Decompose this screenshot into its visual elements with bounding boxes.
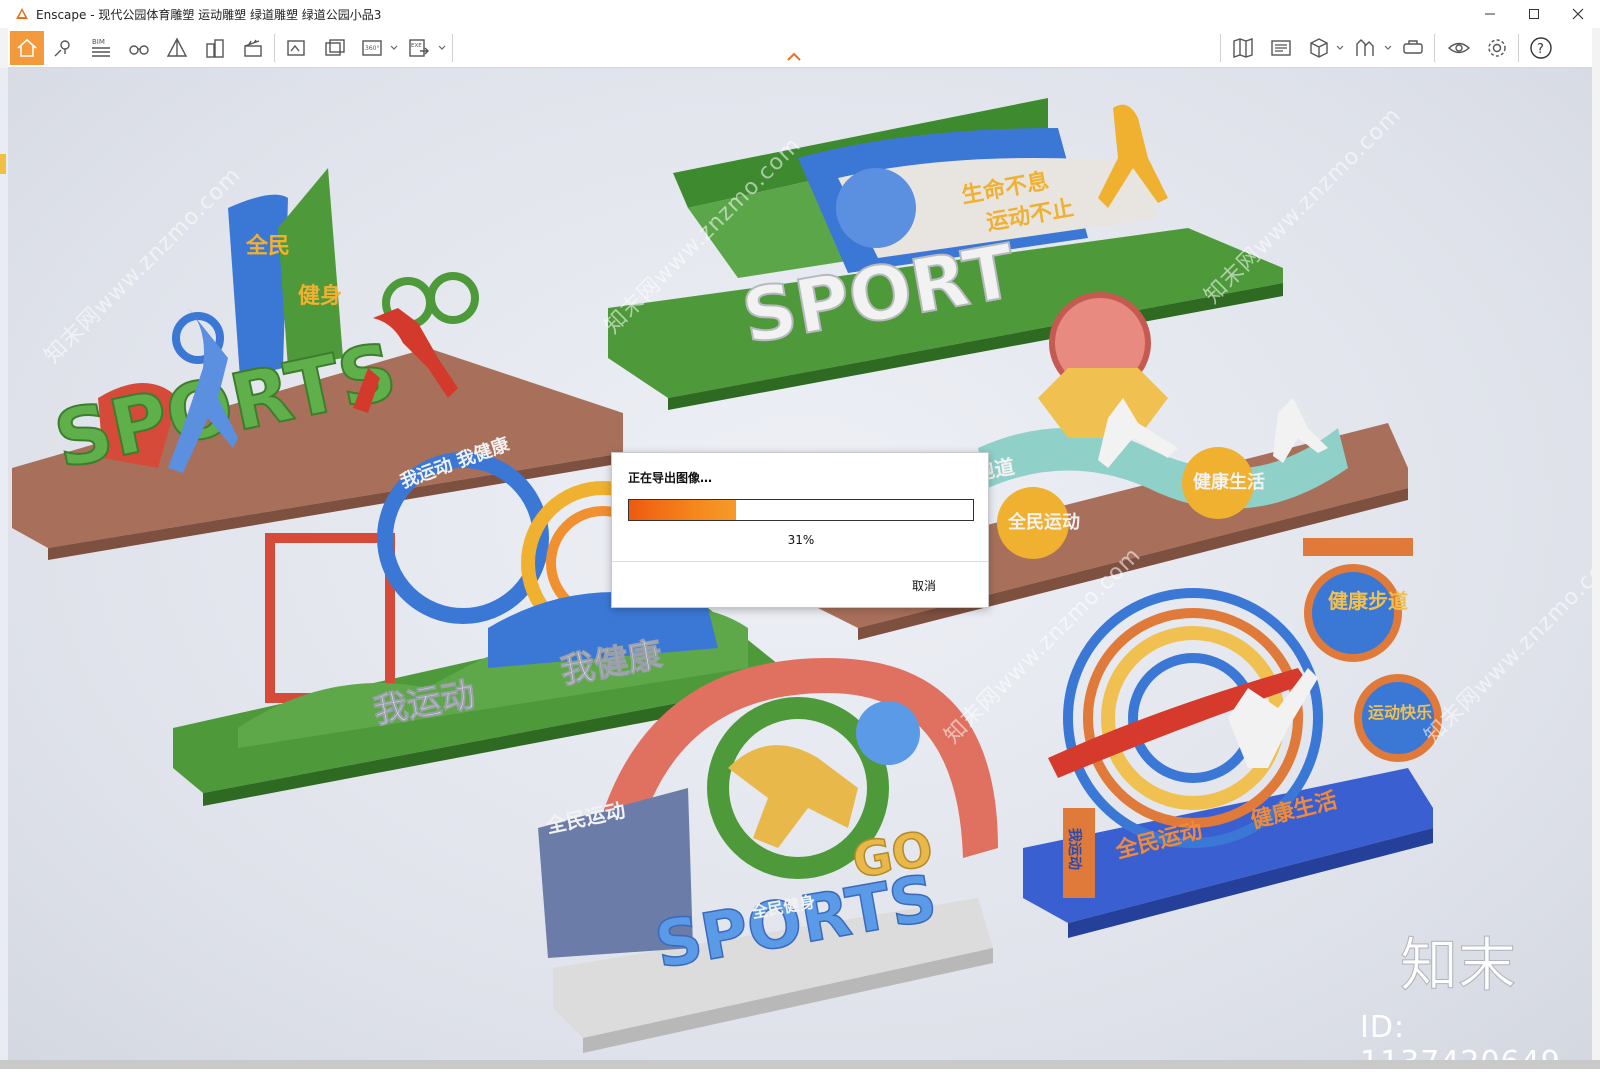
clapperboard-icon bbox=[244, 39, 262, 57]
vr-headset-icon bbox=[1403, 40, 1423, 54]
collapse-toolbar-chevron-icon[interactable] bbox=[786, 52, 802, 62]
sculpture-sport-grass: SPORT 生命不息 运动不止 bbox=[608, 98, 1283, 410]
gear-icon bbox=[1488, 39, 1506, 57]
title-bar: Enscape - 现代公园体育雕塑 运动雕塑 绿道雕塑 绿道公园小品3 bbox=[0, 0, 1600, 28]
close-button[interactable] bbox=[1556, 0, 1600, 28]
cube-icon bbox=[1310, 38, 1328, 58]
toolbar-separator bbox=[274, 34, 275, 62]
enscape-toolbar: BIM 360° EXE ? bbox=[8, 28, 1592, 68]
sign-track-b: 全民运动 bbox=[1007, 511, 1080, 533]
progress-percent: 31% bbox=[787, 533, 815, 547]
help-button[interactable]: ? bbox=[1524, 31, 1558, 65]
map-icon bbox=[1233, 38, 1253, 58]
exe-export-icon: EXE bbox=[409, 39, 429, 57]
toolbar-separator bbox=[1220, 34, 1221, 62]
settings-button[interactable] bbox=[1480, 31, 1514, 65]
chevron-down-icon[interactable] bbox=[1384, 44, 1392, 52]
enscape-window: Enscape - 现代公园体育雕塑 运动雕塑 绿道雕塑 绿道公园小品3 BIM bbox=[0, 0, 1600, 1080]
ortho-button[interactable] bbox=[160, 31, 194, 65]
sign-right-base-a: 我运动 bbox=[1066, 828, 1083, 870]
dialog-title: 正在导出图像… bbox=[628, 471, 713, 485]
close-icon bbox=[1572, 8, 1584, 20]
cancel-button[interactable]: 取消 bbox=[912, 577, 936, 594]
binoculars-icon bbox=[129, 45, 149, 55]
sign-left-vertical-b: 健身 bbox=[298, 283, 342, 309]
maximize-icon bbox=[1529, 9, 1539, 19]
enscape-logo-icon bbox=[16, 8, 28, 19]
exe-label: EXE bbox=[411, 43, 422, 49]
sign-right-circle-a: 健康步道 bbox=[1328, 589, 1408, 613]
toolbar-separator bbox=[1434, 34, 1435, 62]
map-button[interactable] bbox=[1226, 31, 1260, 65]
panorama-button[interactable]: 360° bbox=[356, 31, 390, 65]
toolbar-separator bbox=[452, 34, 453, 62]
asset-library-icon bbox=[1271, 40, 1291, 56]
dialog-divider bbox=[612, 561, 988, 562]
pyramid-icon bbox=[166, 37, 188, 57]
help-icon: ? bbox=[1530, 37, 1552, 59]
sign-track-c: 健康生活 bbox=[1193, 471, 1265, 493]
batch-image-icon bbox=[325, 39, 345, 56]
chevron-down-icon[interactable] bbox=[390, 44, 398, 52]
panorama-label: 360° bbox=[365, 45, 379, 52]
chevron-down-icon[interactable] bbox=[438, 44, 446, 52]
location-pin-icon bbox=[54, 40, 70, 57]
help-label: ? bbox=[1537, 42, 1544, 57]
minimize-icon bbox=[1485, 13, 1495, 15]
znzmo-brand-logo: 知末 bbox=[1400, 931, 1517, 1000]
bim-label: BIM bbox=[92, 38, 105, 46]
export-progress-dialog: 正在导出图像… 31% 取消 bbox=[611, 452, 989, 608]
window-title: Enscape - 现代公园体育雕塑 运动雕塑 绿道雕塑 绿道公园小品3 bbox=[36, 7, 382, 22]
bim-icon: BIM bbox=[92, 38, 110, 57]
window-bottom-edge bbox=[0, 1060, 1600, 1069]
material-button[interactable] bbox=[1348, 31, 1382, 65]
material-icon bbox=[1356, 39, 1374, 56]
binoculars-button[interactable] bbox=[122, 31, 156, 65]
progress-bar bbox=[628, 499, 974, 521]
cube-button[interactable] bbox=[1302, 31, 1336, 65]
window-controls bbox=[1468, 0, 1600, 28]
views-button[interactable] bbox=[46, 31, 80, 65]
progress-fill bbox=[629, 500, 736, 520]
buildings-icon bbox=[206, 39, 224, 58]
video-editor-button[interactable] bbox=[236, 31, 270, 65]
image-export-icon bbox=[287, 40, 305, 56]
screenshot-button[interactable] bbox=[280, 31, 314, 65]
home-button[interactable] bbox=[10, 31, 44, 65]
asset-library-button[interactable] bbox=[1264, 31, 1298, 65]
sign-left-vertical-a: 全民 bbox=[245, 233, 290, 259]
toolbar-separator bbox=[1518, 34, 1519, 62]
exe-export-button[interactable]: EXE bbox=[402, 31, 436, 65]
brand-name: 知末 bbox=[1400, 931, 1516, 999]
buildings-button[interactable] bbox=[198, 31, 232, 65]
home-icon bbox=[17, 38, 37, 57]
bim-button[interactable]: BIM bbox=[84, 31, 118, 65]
maximize-button[interactable] bbox=[1512, 0, 1556, 28]
visual-settings-button[interactable] bbox=[1442, 31, 1476, 65]
background-window-edge bbox=[0, 68, 8, 1069]
chevron-down-icon[interactable] bbox=[1336, 44, 1344, 52]
brand-id: ID: 1137420649 bbox=[1360, 1010, 1560, 1080]
batch-render-button[interactable] bbox=[318, 31, 352, 65]
panorama-icon: 360° bbox=[362, 40, 382, 56]
vr-button[interactable] bbox=[1396, 31, 1430, 65]
eye-icon bbox=[1447, 42, 1471, 54]
minimize-button[interactable] bbox=[1468, 0, 1512, 28]
